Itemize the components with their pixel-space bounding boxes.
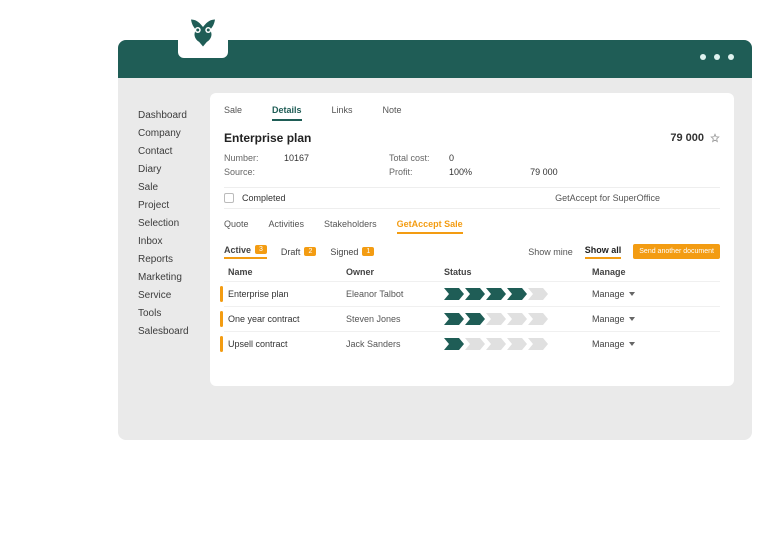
sub-tab[interactable]: GetAccept Sale: [397, 219, 463, 234]
chevron-down-icon: [629, 317, 635, 321]
cell-name: Upsell contract: [228, 339, 346, 349]
dot: [728, 54, 734, 60]
completed-label: Completed: [242, 193, 286, 203]
field-label: Number:: [224, 153, 266, 163]
dot: [700, 54, 706, 60]
completed-row: Completed GetAccept for SuperOffice: [224, 187, 720, 209]
col-status: Status: [444, 267, 592, 277]
filter-bar: Active3Draft2Signed1 Show mine Show all …: [224, 244, 720, 259]
sidebar-item[interactable]: Inbox: [138, 236, 200, 247]
chevron-down-icon: [629, 292, 635, 296]
progress-indicator: [444, 313, 562, 325]
amount-block: 79 000: [670, 132, 720, 144]
field-label: Source:: [224, 167, 266, 177]
sidebar-item[interactable]: Sale: [138, 182, 200, 193]
manage-button[interactable]: Manage: [592, 339, 652, 349]
sidebar-item[interactable]: Marketing: [138, 272, 200, 283]
sub-tab[interactable]: Stakeholders: [324, 219, 377, 234]
sidebar-item[interactable]: Project: [138, 200, 200, 211]
sidebar-item[interactable]: Company: [138, 128, 200, 139]
col-manage: Manage: [592, 267, 652, 277]
field-value: 100%: [449, 167, 472, 177]
cell-owner: Steven Jones: [346, 314, 444, 324]
amount-value: 79 000: [670, 132, 704, 144]
sub-tab[interactable]: Activities: [269, 219, 305, 234]
sidebar-item[interactable]: Selection: [138, 218, 200, 229]
show-all-toggle[interactable]: Show all: [585, 245, 622, 259]
main-panel: Sale Details Links Note Enterprise plan 79 …: [210, 93, 734, 386]
sidebar-item[interactable]: Salesboard: [138, 326, 200, 337]
app-logo: [178, 8, 228, 58]
manage-button[interactable]: Manage: [592, 314, 652, 324]
filter-count-badge: 2: [304, 247, 316, 256]
field-label: Profit:: [389, 167, 431, 177]
owl-icon: [185, 15, 221, 51]
top-tab[interactable]: Links: [332, 105, 353, 121]
sub-tab[interactable]: Quote: [224, 219, 249, 234]
integration-label: GetAccept for SuperOffice: [555, 193, 660, 203]
field-extra: 79 000: [530, 167, 558, 177]
dot: [714, 54, 720, 60]
cell-owner: Jack Sanders: [346, 339, 444, 349]
cell-name: Enterprise plan: [228, 289, 346, 299]
sidebar-item[interactable]: Contact: [138, 146, 200, 157]
table-row[interactable]: Upsell contractJack Sanders Manage: [224, 331, 720, 356]
col-owner: Owner: [346, 267, 444, 277]
progress-indicator: [444, 288, 562, 300]
send-document-button[interactable]: Send another document: [633, 244, 720, 259]
status-filter[interactable]: Active3: [224, 245, 267, 259]
progress-indicator: [444, 338, 562, 350]
filter-count-badge: 3: [255, 245, 267, 254]
sidebar-item[interactable]: Diary: [138, 164, 200, 175]
sidebar-item[interactable]: Reports: [138, 254, 200, 265]
field-value: 0: [449, 153, 454, 163]
table-row[interactable]: One year contractSteven Jones Manage: [224, 306, 720, 331]
window-dots: [700, 54, 734, 60]
table-row[interactable]: Enterprise planEleanor Talbot Manage: [224, 281, 720, 306]
field-value: 10167: [284, 153, 309, 163]
sidebar-item[interactable]: Service: [138, 290, 200, 301]
page-title: Enterprise plan: [224, 131, 311, 145]
manage-button[interactable]: Manage: [592, 289, 652, 299]
title-row: Enterprise plan 79 000: [224, 131, 720, 145]
sidebar-item[interactable]: Dashboard: [138, 110, 200, 121]
status-filter[interactable]: Draft2: [281, 245, 316, 259]
col-name: Name: [228, 267, 346, 277]
completed-checkbox[interactable]: [224, 193, 234, 203]
sidebar: Dashboard Company Contact Diary Sale Project S…: [138, 110, 200, 344]
cell-owner: Eleanor Talbot: [346, 289, 444, 299]
filter-count-badge: 1: [362, 247, 374, 256]
top-tab[interactable]: Note: [383, 105, 402, 121]
field-label: Total cost:: [389, 153, 431, 163]
sidebar-item[interactable]: Tools: [138, 308, 200, 319]
fields: Number: 10167 Source: Total cost: 0 Profit: 1…: [224, 153, 720, 177]
sub-tabs: Quote Activities Stakeholders GetAccept Sal…: [224, 219, 720, 234]
top-tabs: Sale Details Links Note: [224, 105, 720, 121]
status-filter[interactable]: Signed1: [330, 245, 374, 259]
table-rows: Enterprise planEleanor TalbotManageOne y…: [224, 281, 720, 356]
table-headers: Name Owner Status Manage: [224, 267, 720, 281]
star-icon[interactable]: [710, 133, 720, 143]
top-tab[interactable]: Sale: [224, 105, 242, 121]
show-mine-toggle[interactable]: Show mine: [528, 247, 573, 257]
chevron-down-icon: [629, 342, 635, 346]
top-tab[interactable]: Details: [272, 105, 302, 121]
cell-name: One year contract: [228, 314, 346, 324]
